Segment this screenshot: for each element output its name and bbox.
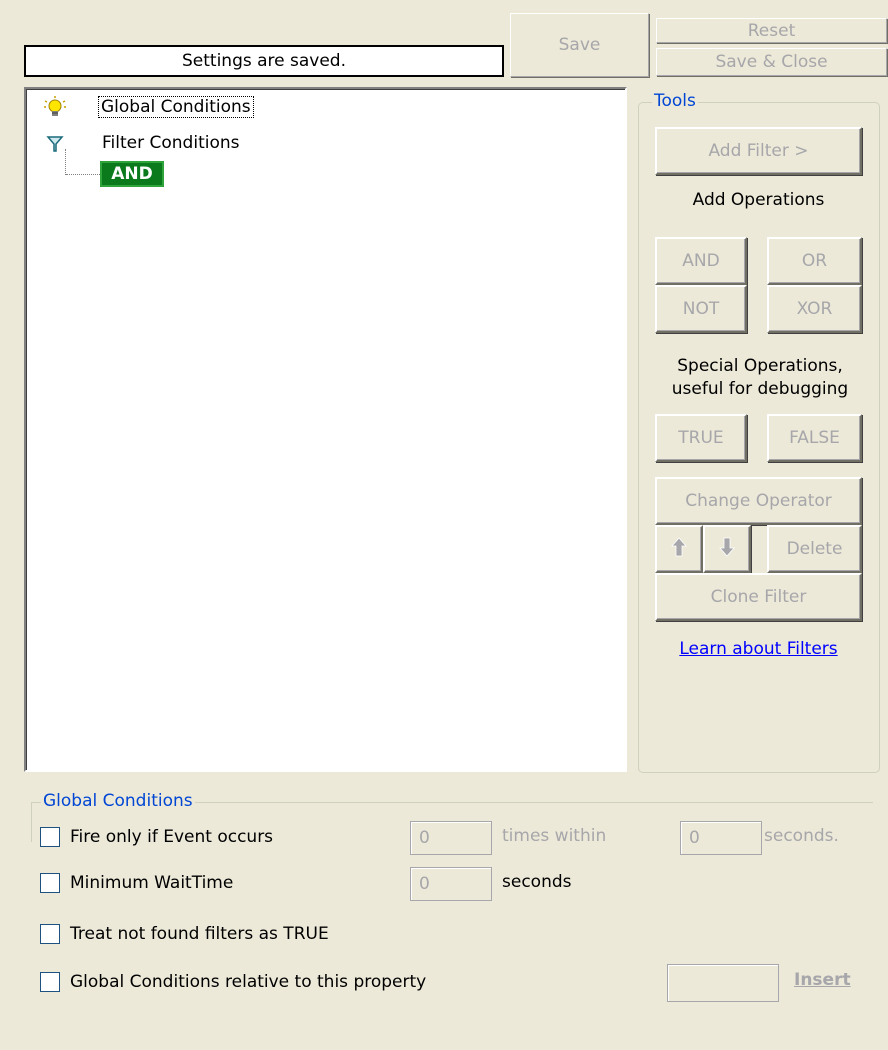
tree-connector bbox=[65, 149, 66, 175]
move-up-button[interactable] bbox=[655, 525, 703, 573]
min-wait-input[interactable]: 0 bbox=[410, 867, 492, 901]
relative-label: Global Conditions relative to this prope… bbox=[70, 972, 427, 992]
xor-button[interactable]: XOR bbox=[767, 285, 862, 333]
min-wait-value: 0 bbox=[419, 874, 430, 894]
treat-not-found-label: Treat not found filters as TRUE bbox=[70, 924, 329, 944]
relative-checkbox[interactable] bbox=[40, 972, 60, 992]
false-button-label: FALSE bbox=[789, 428, 840, 448]
fire-only-checkbox[interactable] bbox=[40, 827, 60, 847]
status-bar: Settings are saved. bbox=[24, 45, 504, 77]
times-within-label: times within bbox=[502, 826, 607, 846]
fire-only-row[interactable]: Fire only if Event occurs bbox=[40, 827, 273, 847]
fire-count-value: 0 bbox=[419, 828, 430, 848]
save-button[interactable]: Save bbox=[510, 13, 649, 77]
arrow-down-icon bbox=[717, 535, 737, 564]
min-wait-row[interactable]: Minimum WaitTime bbox=[40, 873, 233, 893]
or-button-label: OR bbox=[801, 251, 828, 271]
treat-not-found-checkbox[interactable] bbox=[40, 924, 60, 944]
special-operations-line2: useful for debugging bbox=[671, 379, 849, 399]
fire-seconds-value: 0 bbox=[689, 828, 700, 848]
and-button[interactable]: AND bbox=[655, 237, 747, 285]
reset-button[interactable]: Reset bbox=[656, 18, 887, 43]
tree-item-global-conditions[interactable]: Global Conditions bbox=[42, 95, 254, 119]
seconds-label: seconds. bbox=[764, 826, 839, 846]
operator-node-and[interactable]: AND bbox=[100, 161, 164, 187]
not-button-label: NOT bbox=[682, 299, 720, 319]
save-close-button-label: Save & Close bbox=[715, 52, 828, 72]
true-button-label: TRUE bbox=[678, 428, 724, 448]
clone-filter-button[interactable]: Clone Filter bbox=[655, 573, 862, 621]
move-down-button[interactable] bbox=[703, 525, 751, 573]
fire-count-input[interactable]: 0 bbox=[410, 821, 492, 855]
tree-item-filter-conditions[interactable]: Filter Conditions bbox=[42, 131, 242, 155]
status-text: Settings are saved. bbox=[181, 51, 346, 71]
or-button[interactable]: OR bbox=[767, 237, 862, 285]
change-operator-button[interactable]: Change Operator bbox=[655, 477, 862, 525]
save-close-button[interactable]: Save & Close bbox=[656, 48, 887, 76]
arrow-up-icon bbox=[669, 535, 689, 564]
relative-property-input[interactable] bbox=[667, 964, 779, 1002]
not-button[interactable]: NOT bbox=[655, 285, 747, 333]
fire-seconds-input[interactable]: 0 bbox=[680, 821, 762, 855]
tools-group-title: Tools bbox=[652, 91, 698, 111]
fire-only-label: Fire only if Event occurs bbox=[70, 827, 274, 847]
min-wait-checkbox[interactable] bbox=[40, 873, 60, 893]
global-conditions-title: Global Conditions bbox=[41, 791, 195, 811]
min-wait-unit-label: seconds bbox=[502, 872, 572, 892]
min-wait-label: Minimum WaitTime bbox=[70, 873, 234, 893]
tree-connector bbox=[66, 174, 100, 175]
insert-link[interactable]: Insert bbox=[794, 970, 851, 990]
delete-button-label: Delete bbox=[786, 539, 843, 559]
reset-button-label: Reset bbox=[747, 20, 796, 41]
add-operations-label: Add Operations bbox=[692, 190, 825, 210]
learn-about-filters-link[interactable]: Learn about Filters bbox=[655, 639, 862, 659]
special-operations-line1: Special Operations, bbox=[677, 356, 843, 376]
change-operator-label: Change Operator bbox=[685, 491, 832, 511]
add-filter-button[interactable]: Add Filter > bbox=[655, 127, 862, 175]
treat-not-found-row[interactable]: Treat not found filters as TRUE bbox=[40, 924, 329, 944]
relative-row[interactable]: Global Conditions relative to this prope… bbox=[40, 972, 426, 992]
save-button-label: Save bbox=[558, 35, 601, 55]
tree-item-label: Global Conditions bbox=[98, 96, 254, 118]
delete-button[interactable]: Delete bbox=[767, 525, 862, 573]
global-conditions-border bbox=[31, 802, 32, 842]
true-button[interactable]: TRUE bbox=[655, 414, 747, 462]
false-button[interactable]: FALSE bbox=[767, 414, 862, 462]
add-filter-label: Add Filter > bbox=[708, 141, 809, 161]
and-button-label: AND bbox=[682, 251, 720, 271]
tree-item-label: Filter Conditions bbox=[102, 133, 240, 153]
special-operations-label: Special Operations, useful for debugging bbox=[646, 355, 874, 401]
lightbulb-icon bbox=[42, 95, 70, 119]
xor-button-label: XOR bbox=[796, 299, 833, 319]
filter-tree[interactable]: Global Conditions Filter Conditions AND bbox=[24, 87, 627, 772]
clone-filter-label: Clone Filter bbox=[710, 587, 807, 607]
